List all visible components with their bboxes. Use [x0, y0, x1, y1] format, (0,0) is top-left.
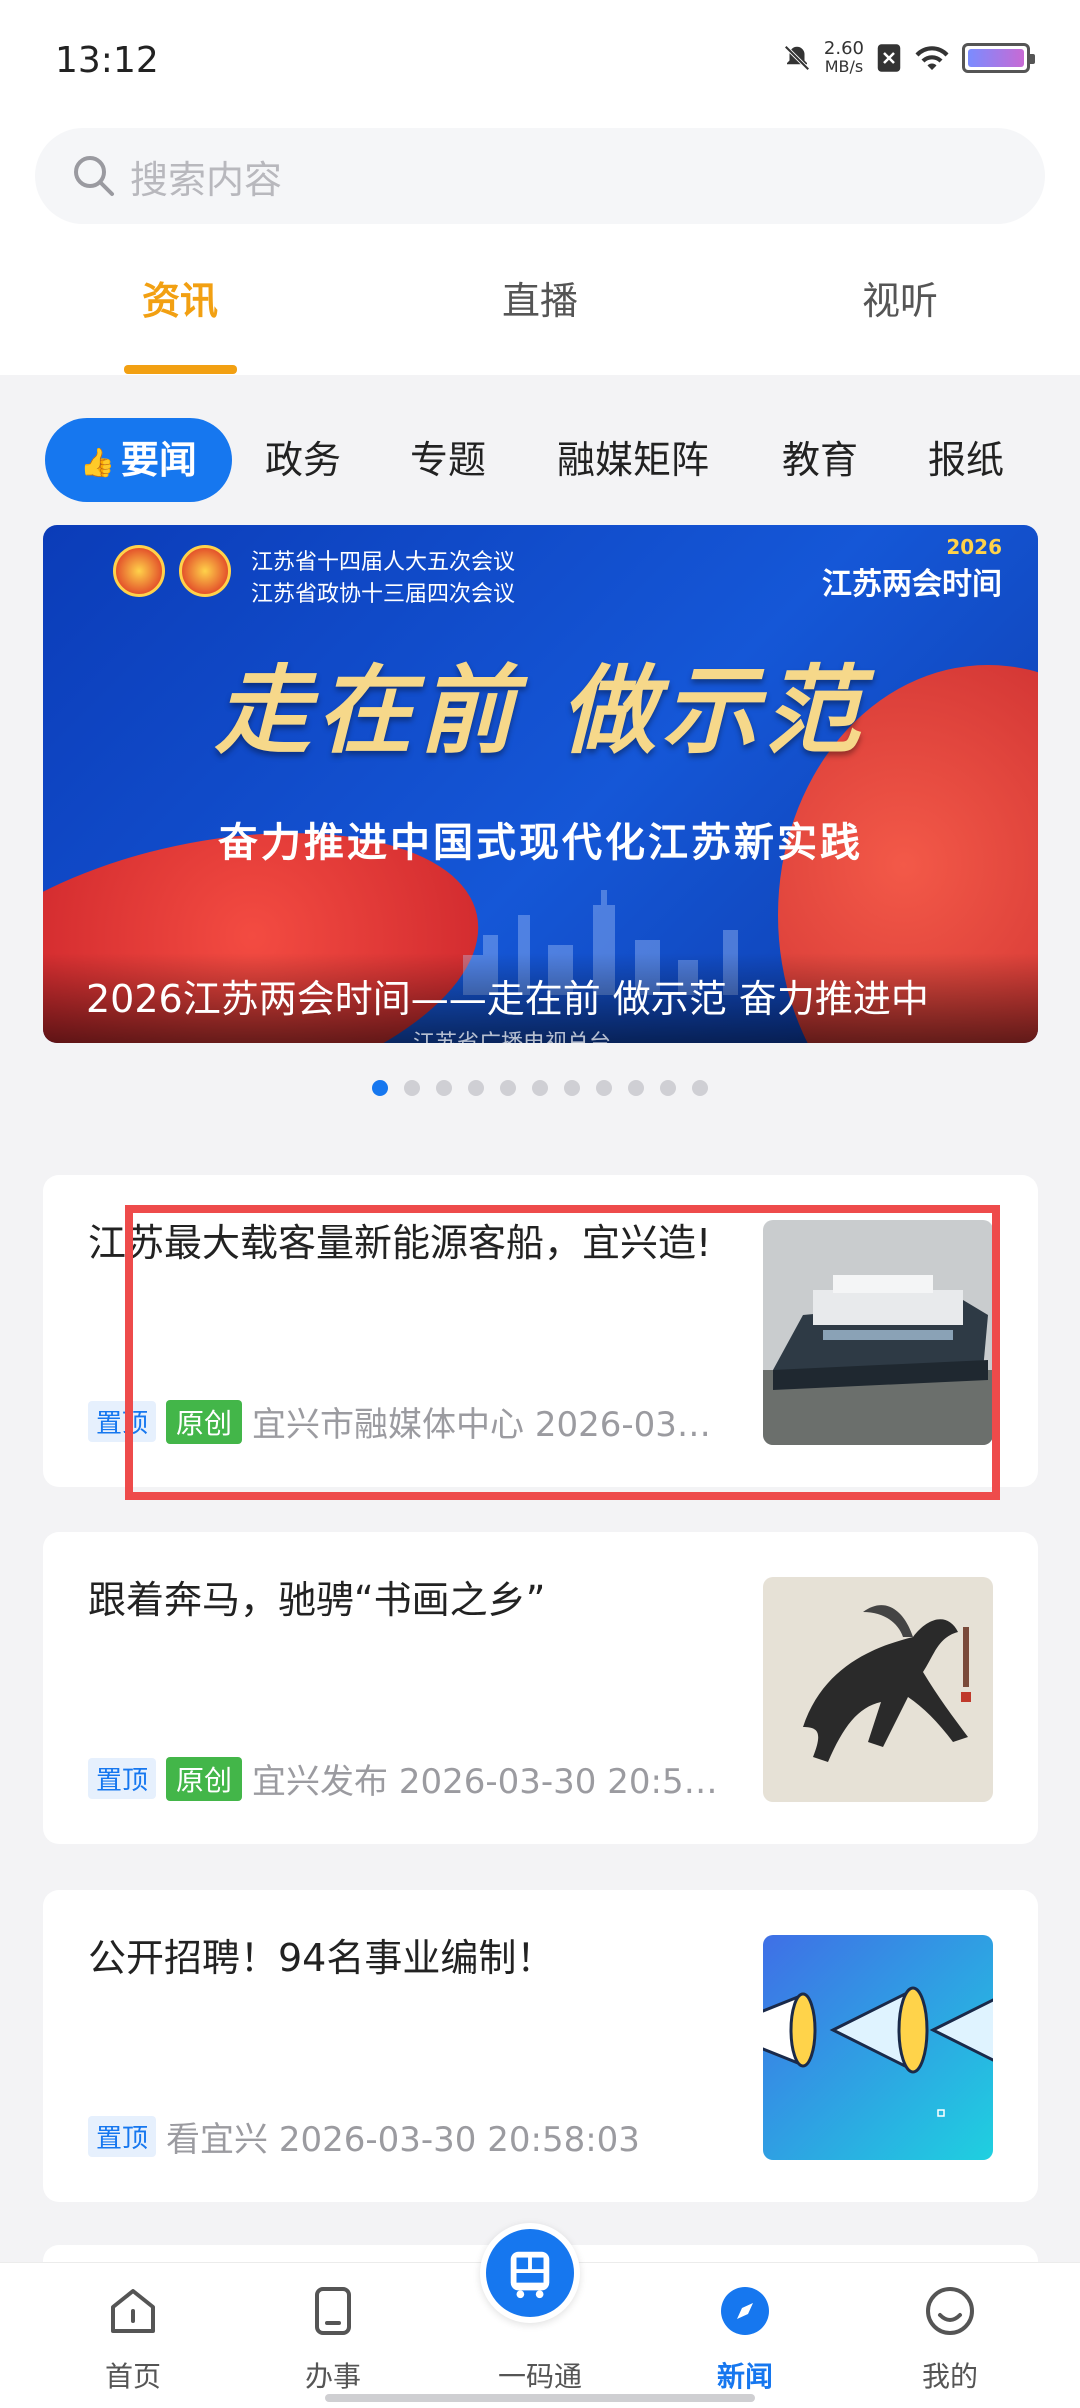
news-title[interactable]: 跟着奔马，驰骋“书画之乡”	[88, 1570, 718, 1630]
cppcc-emblem-icon	[179, 545, 231, 597]
status-icons: 2.60 MB/s	[782, 40, 1035, 76]
carousel-dot[interactable]	[500, 1080, 516, 1096]
carousel-dot[interactable]	[372, 1080, 388, 1096]
status-bar: 13:12 2.60 MB/s	[0, 0, 1080, 120]
search-bar[interactable]: 搜索内容	[35, 128, 1045, 224]
category-tab-label: 要闻	[120, 438, 197, 482]
highlight-box	[125, 1205, 1000, 1500]
news-meta: 置顶 原创 宜兴发布 2026-03-30 20:5…	[88, 1754, 718, 1803]
category-tab-headlines[interactable]: 👍 要闻	[45, 418, 232, 502]
nav-news[interactable]: 新闻	[665, 2283, 825, 2395]
news-source: 宜兴发布 2026-03-30 20:5…	[252, 1762, 718, 1802]
main-tabs: 资讯 直播 视听	[0, 270, 1080, 375]
nav-services[interactable]: 办事	[253, 2283, 413, 2395]
pinned-badge: 置顶	[88, 1758, 157, 1799]
banner-meeting-text: 江苏省十四届人大五次会议 江苏省政协十三届四次会议	[251, 547, 515, 611]
brand-name: 江苏两会时间	[822, 567, 1002, 602]
carousel-dot[interactable]	[404, 1080, 420, 1096]
tab-live[interactable]: 直播	[450, 270, 630, 325]
brand-year: 2026	[946, 535, 1002, 559]
category-tabs: 👍 要闻 政务 专题 融媒矩阵 教育 报纸	[0, 418, 1080, 508]
national-emblem-icon	[113, 545, 165, 597]
smile-icon	[926, 2287, 974, 2335]
nav-label: 我的	[921, 2360, 978, 2393]
carousel-dot[interactable]	[692, 1080, 708, 1096]
search-placeholder[interactable]: 搜索内容	[130, 149, 282, 204]
news-source: 看宜兴 2026-03-30 20:58:03	[166, 2120, 640, 2160]
no-sim-icon	[877, 44, 901, 72]
news-meta: 置顶 看宜兴 2026-03-30 20:58:03	[88, 2112, 640, 2161]
nav-label: 首页	[104, 2360, 161, 2393]
carousel-dot[interactable]	[436, 1080, 452, 1096]
category-tab-media-matrix[interactable]: 融媒矩阵	[557, 418, 709, 502]
emblems	[113, 545, 231, 597]
news-title[interactable]: 公开招聘！94名事业编制！	[88, 1928, 718, 1988]
category-tab-topics[interactable]: 专题	[410, 418, 486, 502]
category-tab-government[interactable]: 政务	[265, 418, 341, 502]
wifi-icon	[915, 46, 949, 70]
banner-brand: 2026 江苏两会时间	[822, 535, 1002, 603]
nav-one-code[interactable]: 一码通	[460, 2223, 620, 2395]
carousel-dot[interactable]	[660, 1080, 676, 1096]
home-icon	[111, 2289, 155, 2333]
net-speed: 2.60 MB/s	[824, 40, 864, 76]
nav-label: 办事	[304, 2360, 361, 2393]
qr-bus-icon	[510, 2251, 550, 2299]
banner-carousel[interactable]: 江苏省十四届人大五次会议 江苏省政协十三届四次会议 2026 江苏两会时间 走在…	[43, 525, 1038, 1043]
tablet-icon	[315, 2287, 351, 2335]
compass-icon	[721, 2287, 769, 2335]
carousel-indicator	[0, 1080, 1080, 1096]
category-tab-newspaper[interactable]: 报纸	[928, 418, 1004, 502]
news-thumbnail-horse	[763, 1577, 993, 1802]
category-tab-education[interactable]: 教育	[782, 418, 858, 502]
banner-slogan: 走在前 做示范	[214, 654, 867, 767]
carousel-dot[interactable]	[468, 1080, 484, 1096]
tab-video[interactable]: 视听	[810, 270, 990, 325]
pinned-badge: 置顶	[88, 2116, 157, 2157]
carousel-dot[interactable]	[628, 1080, 644, 1096]
meeting-line: 江苏省十四届人大五次会议	[251, 550, 516, 575]
nav-label: 一码通	[497, 2360, 582, 2393]
battery-icon	[962, 43, 1035, 73]
mute-bell-icon	[784, 45, 810, 71]
search-icon	[74, 156, 114, 196]
banner-caption: 2026江苏两会时间——走在前 做示范 奋力推进中	[86, 977, 929, 1021]
original-badge: 原创	[166, 1756, 243, 1801]
tab-news-info[interactable]: 资讯	[90, 270, 270, 325]
net-speed-value: 2.60	[823, 38, 864, 59]
news-card[interactable]: 公开招聘！94名事业编制！ 置顶 看宜兴 2026-03-30 20:58:03	[43, 1890, 1038, 2202]
nav-label: 新闻	[716, 2360, 773, 2393]
bottom-nav: 首页 办事 一码通 新闻 我的	[0, 2223, 1080, 2408]
nav-profile[interactable]: 我的	[870, 2283, 1030, 2395]
nav-home[interactable]: 首页	[53, 2283, 213, 2395]
carousel-dot[interactable]	[564, 1080, 580, 1096]
news-card[interactable]: 跟着奔马，驰骋“书画之乡” 置顶 原创 宜兴发布 2026-03-30 20:5…	[43, 1532, 1038, 1844]
carousel-dot[interactable]	[596, 1080, 612, 1096]
meeting-line: 江苏省政协十三届四次会议	[251, 582, 516, 607]
header: 搜索内容 资讯 直播 视听	[0, 120, 1080, 375]
qr-code-button[interactable]	[480, 2223, 580, 2323]
home-indicator[interactable]	[325, 2394, 755, 2402]
banner-subslogan: 奋力推进中国式现代化江苏新实践	[218, 819, 863, 866]
net-speed-unit: MB/s	[824, 57, 864, 76]
news-thumbnail-megaphone	[763, 1935, 993, 2160]
thumbs-up-icon: 👍	[80, 445, 115, 479]
status-time: 13:12	[55, 40, 159, 81]
active-tab-indicator	[124, 365, 237, 374]
carousel-dot[interactable]	[532, 1080, 548, 1096]
banner-credit: 江苏省广播电视总台	[413, 1025, 611, 1043]
